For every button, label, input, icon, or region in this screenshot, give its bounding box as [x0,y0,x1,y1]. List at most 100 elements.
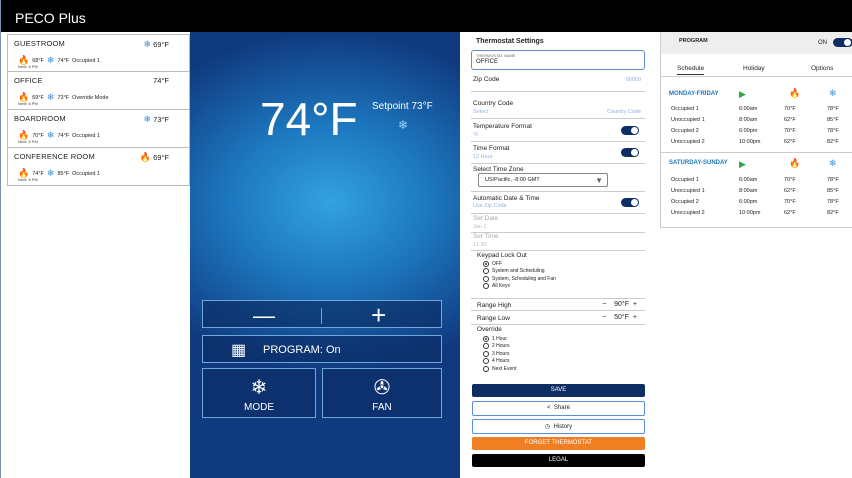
override-option[interactable]: 3 Hours [483,350,516,358]
room-card-conference-room[interactable]: CONFERENCE ROOM 🔥 69°F 🔥 74°F ❄ 85°F Occupied… [7,148,190,186]
radio [483,358,489,365]
range-high-label: Range High [477,302,512,309]
room-card-office[interactable]: OFFICE 74°F 🔥 69°F ❄ 73°F Override Mode Next… [7,72,190,110]
room-card-boardroom[interactable]: BOARDROOM ❄ 73°F 🔥 70°F ❄ 74°F Occupied 1 Nex… [7,110,190,148]
schedule-row[interactable]: Occupied 2 6:00pm 70°F 78°F [661,128,852,139]
mode-button[interactable]: ❄ MODE [202,368,316,418]
cool-setpoint: 74°F [57,57,70,64]
time-format-toggle[interactable] [621,148,639,157]
auto-date-time-toggle[interactable] [621,198,639,207]
schedule-row[interactable]: Occupied 1 6:00am 70°F 78°F [661,106,852,117]
setpoint-label: Setpoint 73°F [372,101,433,112]
set-date-label: Set Date [473,215,499,222]
room-temp: 69°F [153,40,169,49]
thermostat-name-field[interactable]: THERMOSTAT NAME OFFICE [471,50,645,70]
heat-setpoint: 70°F [32,132,44,139]
set-time-row[interactable]: Set Time 11:30 [471,233,645,251]
field-value: OFFICE [476,59,498,65]
keypad-lockout-label: Keypad Lock Out [477,252,527,259]
auto-date-time-row: Automatic Date & Time Use Zip Code [471,194,645,214]
keypad-option[interactable]: System, Scheduling and Fan [483,275,556,283]
program-header: PROGRAM ON [661,32,852,54]
cool-setpoint: 74°F [57,132,70,139]
time-zone-value: US/Pacific, -8:00 GMT [485,177,540,183]
snowflake-icon: ❄ [46,130,55,140]
range-low-increase[interactable]: + [633,314,637,321]
next-event: Next: 6 PM [18,101,38,106]
range-high-decrease[interactable]: − [602,301,606,308]
fan-button[interactable]: ✇ FAN [322,368,442,418]
schedule-row[interactable]: Unoccupied 1 8:00am 62°F 85°F [661,117,852,128]
room-temp: 74°F [153,76,169,85]
program-button[interactable]: ▦ PROGRAM: On [202,335,442,363]
keypad-option[interactable]: OFF [483,260,556,268]
radio [483,268,489,275]
auto-date-time-sub: Use Zip Code [473,203,507,209]
keypad-option[interactable]: All Keys [483,283,556,291]
schedule-row[interactable]: Occupied 1 6:00am 70°F 78°F [661,177,852,188]
time-format-row: Time Format 12 Hour [471,144,645,164]
set-time-value: 11:30 [473,242,487,248]
temperature-format-value: °F [473,132,479,138]
fan-label: FAN [372,402,392,413]
next-event: Next: 6 PM [18,139,38,144]
zip-code-row[interactable]: Zip Code 00000 [471,75,645,92]
play-icon: ▶ [739,159,746,169]
radio-selected [483,335,489,342]
tab-holiday[interactable]: Holiday [743,65,765,72]
temperature-format-toggle[interactable] [621,126,639,135]
country-code-row[interactable]: Country Code Select Country Code [471,99,645,119]
override-option[interactable]: 4 Hours [483,358,516,366]
time-zone-select[interactable]: US/Pacific, -8:00 GMT ▼ [478,173,608,187]
override-option[interactable]: 1 Hour [483,335,516,343]
schedule-row[interactable]: Unoccupied 2 10:00pm 62°F 82°F [661,210,852,221]
radio [483,350,489,357]
app-title: PECO Plus [1,0,852,32]
schedule-row[interactable]: Unoccupied 2 10:00pm 62°F 82°F [661,139,852,150]
country-code-value: Country Code [607,109,641,115]
room-temp: 73°F [153,115,169,124]
room-status: Occupied 1 [72,170,100,177]
current-temperature: 74°F [260,93,358,145]
room-list: GUESTROOM ❄ 69°F 🔥 68°F ❄ 74°F Occupied 1 Nex… [7,34,190,478]
room-status: Occupied 1 [72,57,100,64]
override-options: 1 Hour 2 Hours 3 Hours 4 Hours Next Even… [483,335,516,373]
save-button[interactable]: SAVE [472,384,645,397]
temperature-format-row: Temperature Format °F [471,122,645,142]
range-high-row: Range High − 90°F + [471,298,645,311]
history-button[interactable]: ◷ History [472,419,645,434]
settings-title: Thermostat Settings [476,38,544,45]
range-high-increase[interactable]: + [633,301,637,308]
cool-setpoint: 85°F [57,170,70,177]
next-event: Next: 6 PM [18,64,38,69]
share-button[interactable]: < Share [472,401,645,416]
radio [483,365,489,372]
keypad-lockout-group: Keypad Lock Out OFF System and Schedulin… [471,252,645,294]
country-code-label: Country Code [473,100,514,107]
schedule-row[interactable]: Unoccupied 1 8:00am 62°F 85°F [661,188,852,199]
field-label: THERMOSTAT NAME [476,53,516,58]
tab-schedule[interactable]: Schedule [677,65,705,75]
override-group: Override 1 Hour 2 Hours 3 Hours 4 Hours … [471,326,645,380]
cool-setpoint: 73°F [57,94,70,101]
increase-button[interactable]: + [371,300,386,331]
keypad-option[interactable]: System and Scheduling [483,268,556,276]
tab-options[interactable]: Options [811,65,833,72]
schedule-row[interactable]: Occupied 2 6:00pm 70°F 78°F [661,199,852,210]
range-low-decrease[interactable]: − [602,314,606,321]
program-toggle[interactable] [833,38,852,47]
set-date-value: Jan 1 [473,224,487,230]
heat-setpoint: 69°F [32,94,44,101]
flame-icon: 🔥 [789,158,801,168]
snowflake-icon: ❄ [143,39,152,49]
decrease-button[interactable]: — [253,303,275,329]
forget-thermostat-button[interactable]: FORGET THERMOSTAT [472,437,645,450]
auto-date-time-label: Automatic Date & Time [473,195,540,202]
room-status: Occupied 1 [72,132,100,139]
set-date-row[interactable]: Set Date Jan 1 [471,215,645,233]
override-option[interactable]: 2 Hours [483,343,516,351]
room-card-guestroom[interactable]: GUESTROOM ❄ 69°F 🔥 68°F ❄ 74°F Occupied 1 Nex… [7,34,190,72]
legal-button[interactable]: LEGAL [472,454,645,467]
override-option[interactable]: Next Event [483,365,516,373]
zip-code-value: 00000 [625,77,641,83]
